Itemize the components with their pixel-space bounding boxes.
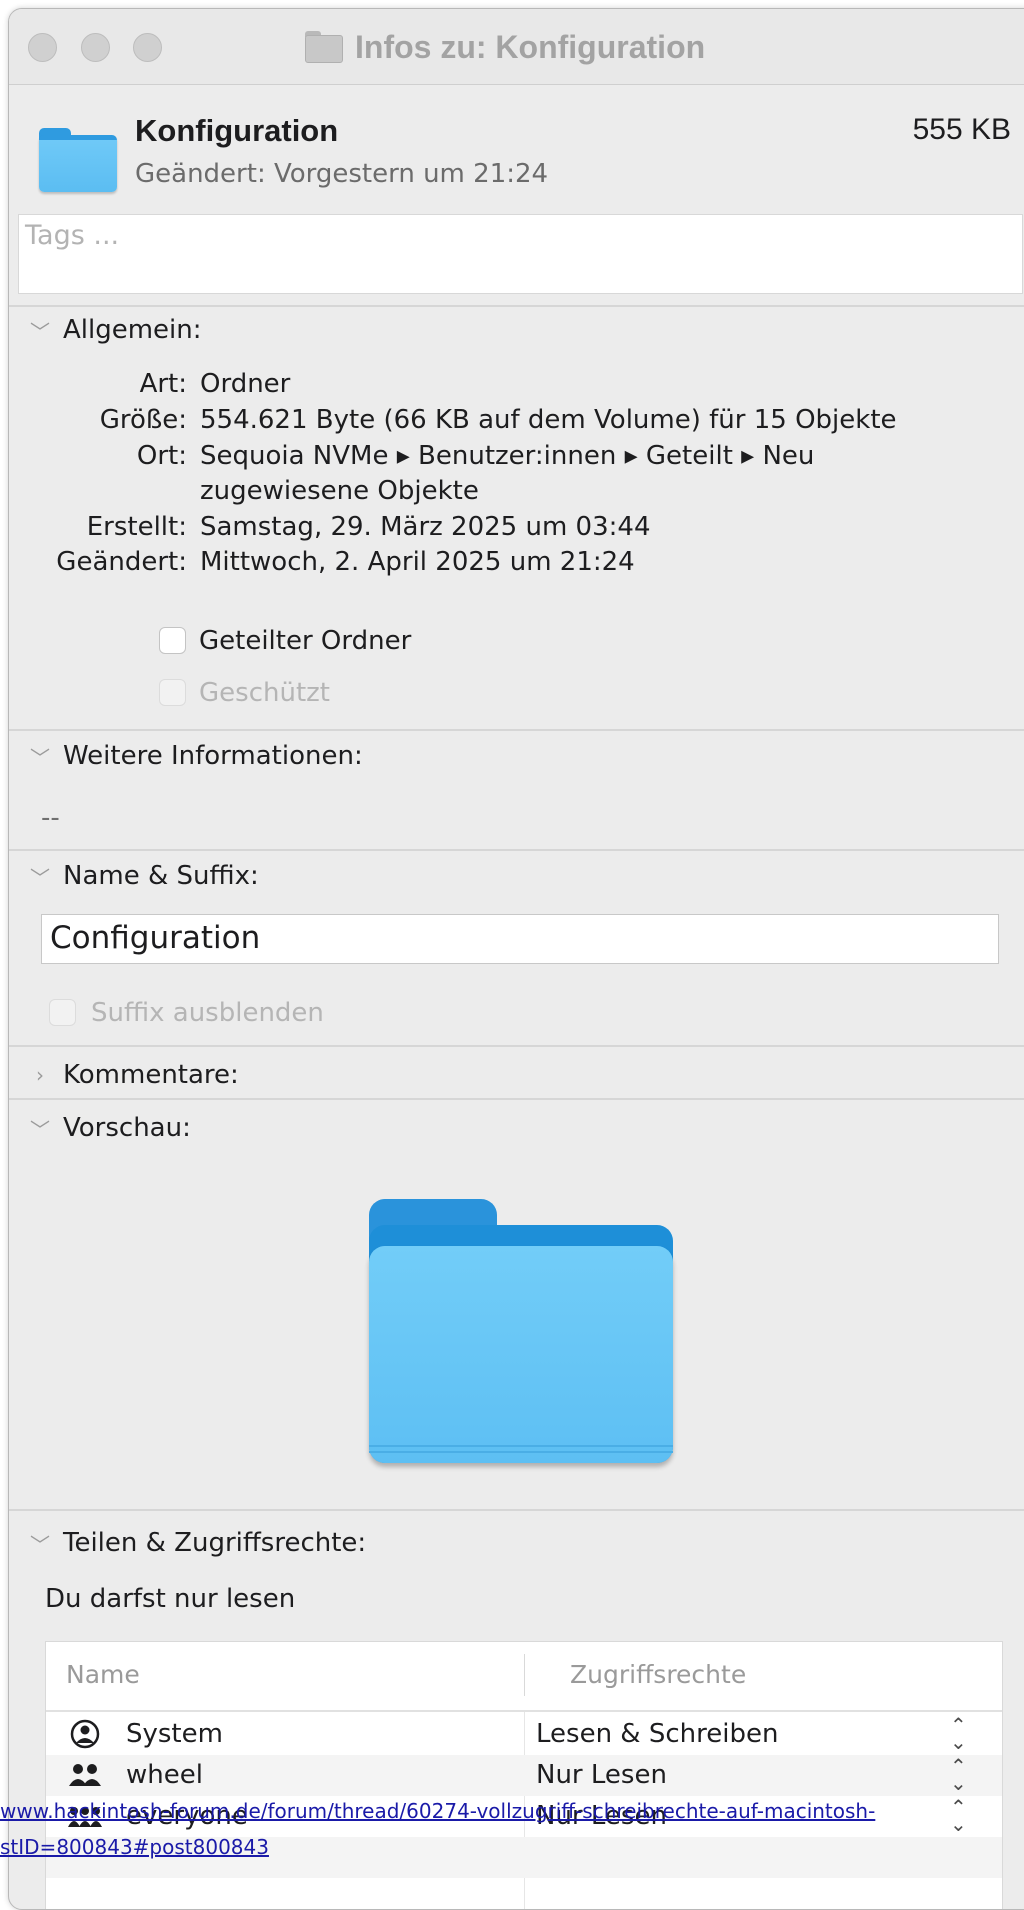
size-label: Größe: xyxy=(99,405,187,435)
popup-stepper-icon[interactable]: ⌃ ⌄ xyxy=(950,1715,967,1752)
zoom-button[interactable] xyxy=(133,33,162,62)
divider xyxy=(9,729,1024,731)
column-divider xyxy=(524,1654,525,1696)
locked-label: Geschützt xyxy=(199,678,330,708)
section-comments-toggle[interactable]: › Kommentare: xyxy=(29,1060,239,1090)
hide-extension-checkbox[interactable] xyxy=(49,999,76,1026)
chevron-right-icon: › xyxy=(36,1063,44,1087)
divider xyxy=(9,849,1024,851)
section-title: Vorschau: xyxy=(63,1113,191,1143)
divider xyxy=(9,1098,1024,1100)
link-line-1[interactable]: www.hackintosh-forum.de/forum/thread/602… xyxy=(0,1799,875,1823)
section-general-toggle[interactable]: ﹀ Allgemein: xyxy=(29,315,202,345)
row-permission[interactable]: Nur Lesen xyxy=(536,1760,667,1790)
section-title: Name & Suffix: xyxy=(63,861,259,891)
locked-checkbox[interactable] xyxy=(159,679,186,706)
hide-extension-label: Suffix ausblenden xyxy=(91,998,324,1028)
kind-value: Ordner xyxy=(200,369,291,399)
permission-status: Du darfst nur lesen xyxy=(45,1584,296,1614)
title-bar[interactable]: Infos zu: Konfiguration xyxy=(9,9,1024,85)
row-name: System xyxy=(126,1719,223,1749)
chevron-down-icon: ﹀ xyxy=(30,1117,50,1142)
name-field[interactable]: Configuration xyxy=(41,914,999,964)
divider xyxy=(9,1509,1024,1511)
window-title-group: Infos zu: Konfiguration xyxy=(305,25,705,69)
chevron-down-icon: ﹀ xyxy=(30,319,50,344)
permissions-table: Name Zugriffsrechte System Lesen & Schre… xyxy=(45,1641,1003,1909)
shared-folder-label: Geteilter Ordner xyxy=(199,626,412,656)
user-circle-icon xyxy=(70,1719,100,1749)
where-value-continued: zugewiesene Objekte xyxy=(200,476,479,506)
folder-preview-icon xyxy=(369,1199,673,1463)
info-window: Infos zu: Konfiguration Konfiguration Ge… xyxy=(8,8,1024,1910)
kind-label: Art: xyxy=(139,369,187,399)
table-row[interactable]: System Lesen & Schreiben ⌃ ⌄ xyxy=(46,1714,1002,1755)
modified-label: Geändert: xyxy=(56,547,187,577)
row-name: wheel xyxy=(126,1760,203,1790)
created-label: Erstellt: xyxy=(86,512,187,542)
row-permission[interactable]: Lesen & Schreiben xyxy=(536,1719,778,1749)
section-preview-toggle[interactable]: ﹀ Vorschau: xyxy=(29,1113,191,1143)
section-title: Kommentare: xyxy=(63,1060,239,1090)
minimize-button[interactable] xyxy=(81,33,110,62)
where-label: Ort: xyxy=(136,441,187,471)
item-modified: Geändert: Vorgestern um 21:24 xyxy=(135,159,549,189)
section-title: Teilen & Zugriffsrechte: xyxy=(63,1528,367,1558)
link-line-2[interactable]: stID=800843#post800843 xyxy=(0,1835,269,1859)
section-sharing-toggle[interactable]: ﹀ Teilen & Zugriffsrechte: xyxy=(29,1528,366,1558)
section-title: Allgemein: xyxy=(63,315,202,345)
shared-folder-checkbox[interactable] xyxy=(159,627,186,654)
window-title: Infos zu: Konfiguration xyxy=(355,28,706,65)
where-value: Sequoia NVMe ▸ Benutzer:innen ▸ Geteilt … xyxy=(200,441,815,471)
created-value: Samstag, 29. März 2025 um 03:44 xyxy=(200,512,651,542)
folder-icon xyxy=(305,31,343,63)
chevron-down-icon: ﹀ xyxy=(30,865,50,890)
section-title: Weitere Informationen: xyxy=(63,741,363,771)
section-name-suffix-toggle[interactable]: ﹀ Name & Suffix: xyxy=(29,861,259,891)
divider xyxy=(9,305,1024,307)
group-icon xyxy=(69,1764,101,1786)
more-info-value: -- xyxy=(41,803,60,833)
item-size: 555 KB xyxy=(912,113,1011,146)
chevron-down-icon: ﹀ xyxy=(30,745,50,770)
column-header-name[interactable]: Name xyxy=(66,1642,140,1708)
info-header: Konfiguration Geändert: Vorgestern um 21… xyxy=(9,85,1023,219)
divider xyxy=(9,1045,1024,1047)
chevron-down-icon: ﹀ xyxy=(30,1532,50,1557)
modified-value: Mittwoch, 2. April 2025 um 21:24 xyxy=(200,547,635,577)
size-value: 554.621 Byte (66 KB auf dem Volume) für … xyxy=(200,405,897,435)
item-name: Konfiguration xyxy=(135,113,339,148)
status-bar-link[interactable]: www.hackintosh-forum.de/forum/thread/602… xyxy=(0,1793,1024,1865)
close-button[interactable] xyxy=(28,33,57,62)
section-more-info-toggle[interactable]: ﹀ Weitere Informationen: xyxy=(29,741,363,771)
folder-icon xyxy=(39,128,117,192)
column-header-permission[interactable]: Zugriffsrechte xyxy=(570,1642,746,1708)
table-row[interactable]: wheel Nur Lesen ⌃ ⌄ xyxy=(46,1755,1002,1796)
tags-input[interactable]: Tags ... xyxy=(18,214,1023,294)
popup-stepper-icon[interactable]: ⌃ ⌄ xyxy=(950,1756,967,1793)
